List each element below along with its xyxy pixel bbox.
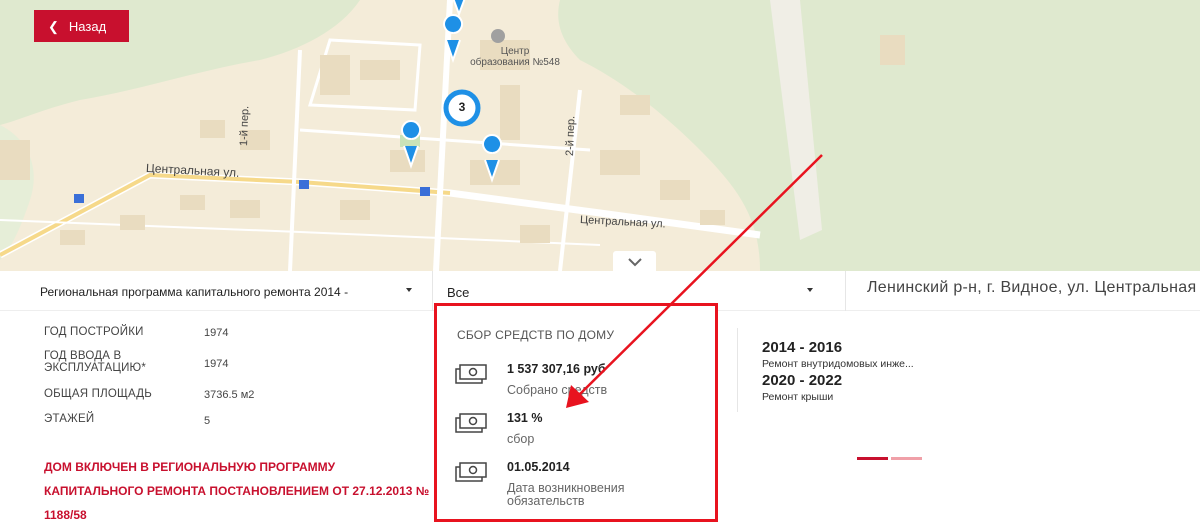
chevron-down-icon <box>627 257 642 266</box>
program-select[interactable]: Региональная программа капитального ремо… <box>40 281 420 303</box>
repair-period: 2020 - 2022 <box>762 372 843 389</box>
repair-item[interactable]: 2020 - 2022 Ремонт крыши <box>762 372 842 403</box>
pager-dot[interactable] <box>891 457 922 460</box>
info-label: Этажей <box>44 413 95 425</box>
repair-work: Ремонт крыши <box>762 391 834 403</box>
fund-caption: Дата возникновения обязательств <box>507 481 625 508</box>
money-icon <box>455 364 487 384</box>
info-label: Год ввода в эксплуатацию* <box>44 350 147 374</box>
dropdown-arrow-icon <box>807 288 813 292</box>
funds-card: Сбор средств по дому 1 537 307,16 руб Со… <box>434 303 718 522</box>
dropdown-arrow-icon <box>406 288 412 292</box>
fund-value: 1 537 307,16 руб <box>507 362 606 376</box>
fund-caption: Собрано средств <box>507 383 608 397</box>
divider <box>845 271 846 311</box>
info-value: 5 <box>204 415 211 427</box>
poi-icon <box>491 29 505 43</box>
divider <box>432 271 433 311</box>
chevron-left-icon: ❮ <box>48 18 59 34</box>
repair-item[interactable]: 2014 - 2016 Ремонт внутридомовых инже... <box>762 339 914 370</box>
back-button[interactable]: ❮ Назад <box>34 10 129 42</box>
info-value: 3736.5 м2 <box>204 389 255 401</box>
address-field: Ленинский р-н, г. Видное, ул. Центральна… <box>867 279 1197 296</box>
info-label: Год постройки <box>44 326 144 338</box>
pager-dot-active[interactable] <box>857 457 888 460</box>
info-value: 1974 <box>204 358 229 370</box>
poi-label-line2: образования №548 <box>470 57 560 68</box>
info-label: Общая площадь <box>44 388 152 400</box>
street-label-lane-2: 2-й пер. <box>564 115 578 157</box>
repair-period: 2014 - 2016 <box>762 339 843 356</box>
program-notice: Дом включен в региональную программу кап… <box>44 460 430 522</box>
type-select[interactable]: Все <box>437 281 821 303</box>
program-select-value: Региональная программа капитального ремо… <box>40 285 349 299</box>
poi-label-line1: Центр <box>500 46 530 57</box>
info-value: 1974 <box>204 327 229 339</box>
back-button-label: Назад <box>68 18 107 34</box>
type-select-value: Все <box>447 284 470 300</box>
money-icon <box>455 413 487 433</box>
map-view[interactable]: Центральная ул. Центральная ул. 1-й пер.… <box>0 0 1200 271</box>
street-label-lane-1: 1-й пер. <box>238 105 252 147</box>
cluster-count[interactable]: 3 <box>450 100 474 114</box>
fund-value: 01.05.2014 <box>507 460 570 474</box>
fund-caption: сбор <box>507 432 535 446</box>
funds-title: Сбор средств по дому <box>457 328 615 342</box>
poi-label: Центр образования №548 <box>470 46 560 68</box>
fund-value: 131 % <box>507 411 543 425</box>
collapse-map-toggle[interactable] <box>613 251 656 273</box>
divider <box>737 328 738 412</box>
money-icon <box>455 462 487 482</box>
map-canvas[interactable] <box>0 0 1200 271</box>
repair-work: Ремонт внутридомовых инже... <box>762 358 914 370</box>
